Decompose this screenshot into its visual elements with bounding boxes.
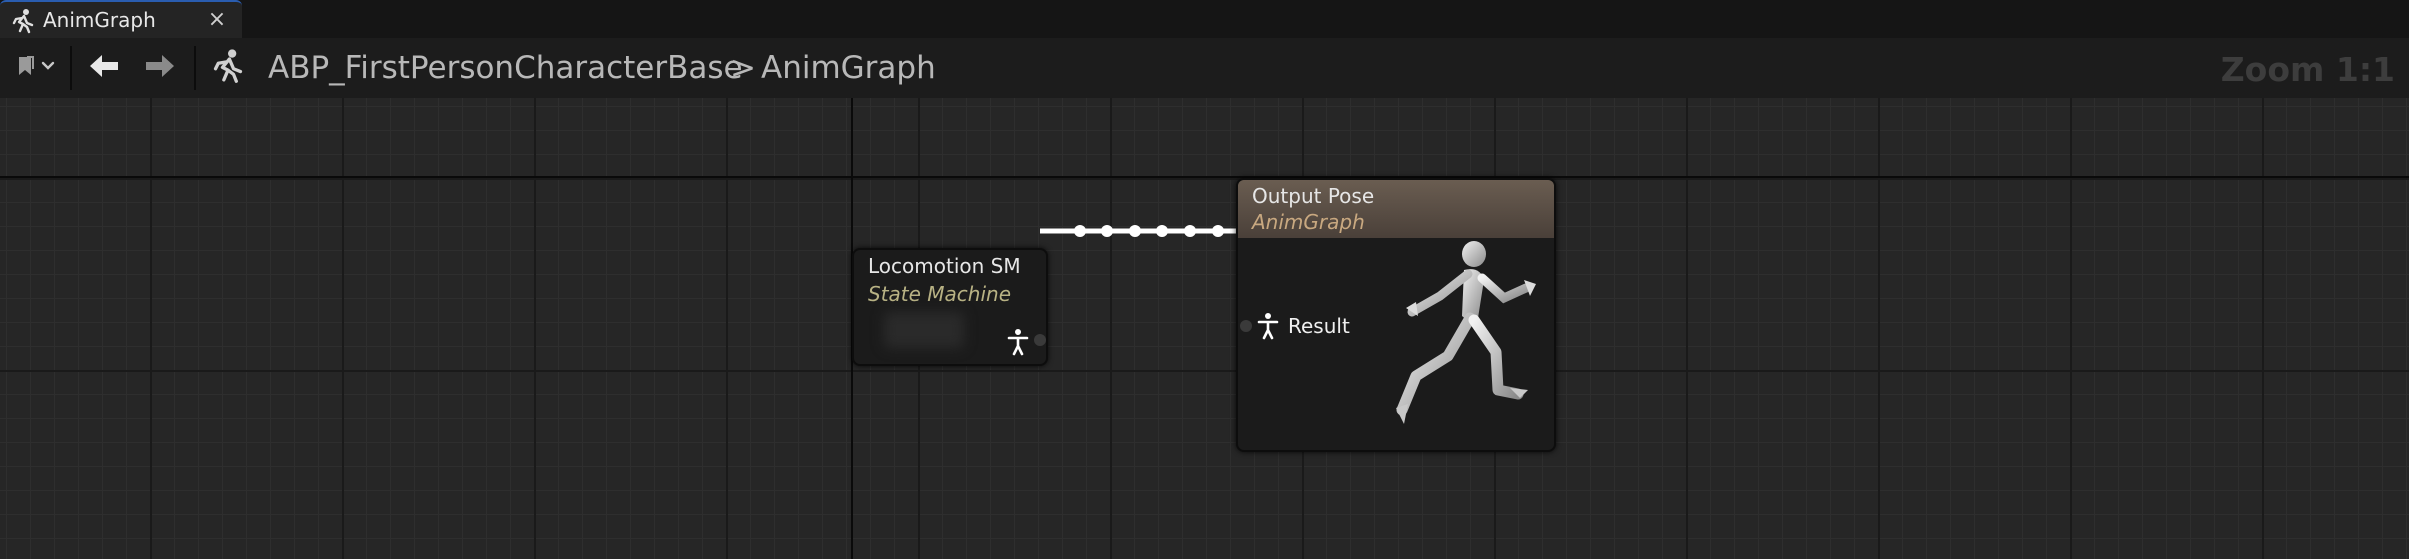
node-subtitle: State Machine [868,282,1012,306]
node-locomotion-sm[interactable]: Locomotion SM State Machine [852,248,1048,366]
zoom-level: Zoom 1:1 [2220,50,2395,89]
wire-bubble [1101,225,1113,237]
tab-label: AnimGraph [43,8,156,32]
wire-bubble [1184,225,1196,237]
pose-wire[interactable] [1040,216,1250,246]
asset-icon-button [208,48,248,88]
bookmark-dropdown-button[interactable] [10,50,60,86]
wire-bubble [1212,225,1224,237]
close-icon[interactable]: × [204,6,230,34]
output-pin[interactable] [1034,334,1046,346]
pose-pin-icon[interactable] [1006,328,1030,360]
toolbar-separator [70,46,72,90]
running-figure-icon [210,48,246,88]
result-pin-label: Result [1288,314,1350,338]
graph-toolbar: ABP_FirstPersonCharacterBase > AnimGraph… [0,38,2409,98]
bookmark-icon [13,53,57,83]
graph-origin-axis-horizontal [0,176,2409,178]
tab-bar: AnimGraph × [0,0,2409,38]
running-figure-icon [10,8,36,34]
pose-pin-icon[interactable] [1256,312,1280,344]
wire-bubble [1129,225,1141,237]
node-output-pose[interactable]: Output Pose AnimGraph Result [1236,178,1556,452]
running-mannequin-icon [1388,240,1548,444]
node-subtitle: AnimGraph [1252,210,1365,234]
forward-button[interactable] [140,50,180,86]
input-pin[interactable] [1240,320,1252,332]
node-preview [884,312,964,348]
wire-bubble [1156,225,1168,237]
arrow-right-icon [144,52,176,84]
toolbar-separator [194,46,196,90]
breadcrumb-asset[interactable]: ABP_FirstPersonCharacterBase [268,50,743,86]
arrow-left-icon [88,52,120,84]
breadcrumb-graph[interactable]: AnimGraph [761,50,936,86]
wire-bubble [1074,225,1086,237]
tab-animgraph[interactable]: AnimGraph × [0,0,242,38]
node-title: Locomotion SM [868,254,1021,278]
breadcrumb-separator: > [730,50,756,86]
node-title: Output Pose [1252,184,1375,208]
back-button[interactable] [84,50,124,86]
graph-canvas[interactable]: Locomotion SM State Machine Output Pose … [0,98,2409,559]
